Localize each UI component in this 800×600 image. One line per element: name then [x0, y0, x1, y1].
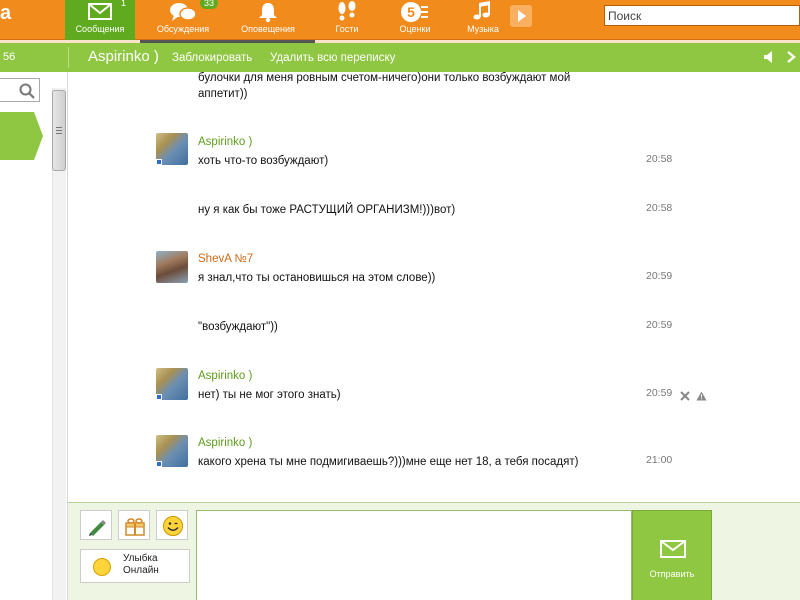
emoji-button[interactable]	[156, 510, 188, 540]
sidebar-item-selected[interactable]	[0, 112, 43, 160]
envelope-icon	[660, 540, 686, 558]
send-label: Отправить	[649, 569, 695, 579]
message-text: ну я как бы тоже РАСТУЩИЙ ОРГАНИЗМ!)))во…	[198, 204, 456, 216]
rating-five-icon: 5	[401, 2, 428, 22]
block-user-link[interactable]: Заблокировать	[172, 52, 252, 64]
online-smile-label: Улыбка Онлайн	[123, 553, 159, 576]
nav-notifications[interactable]: Оповещения	[233, 0, 303, 40]
messages-badge: 1	[117, 0, 131, 9]
message-time: 20:58	[646, 202, 673, 214]
nav-notifications-label: Оповещения	[241, 24, 295, 34]
nav-discussions[interactable]: 33 Обсуждения	[148, 0, 219, 40]
pencil-button[interactable]	[80, 510, 112, 540]
message-composer: Улыбка Онлайн Отправить	[68, 502, 800, 600]
bell-icon	[259, 3, 277, 23]
search-icon	[19, 83, 35, 99]
smile-icon	[93, 558, 111, 576]
message-text: я знал,что ты остановишься на этом слове…	[198, 272, 436, 284]
conversation-list-sidebar	[0, 72, 68, 600]
gift-icon	[125, 518, 145, 536]
conversation-count: 56	[3, 51, 16, 63]
nav-music-label: Музыка	[467, 24, 499, 34]
play-button[interactable]	[510, 5, 532, 27]
online-smile-button[interactable]: Улыбка Онлайн	[80, 549, 190, 583]
message-text: нет) ты не мог этого знать)	[198, 389, 341, 401]
nav-ratings-label: Оценки	[399, 24, 431, 34]
sidebar-scrollbar-thumb[interactable]	[52, 90, 66, 171]
online-indicator	[156, 461, 162, 467]
warning-icon[interactable]	[696, 391, 707, 401]
chevron-right-icon[interactable]	[786, 51, 796, 63]
contact-name[interactable]: Aspirinko )	[88, 48, 159, 65]
message-time: 21:00	[646, 454, 673, 466]
close-icon[interactable]	[680, 391, 690, 401]
avatar[interactable]	[156, 251, 188, 283]
message-history: булочки для меня ровным счетом-ничего)он…	[68, 72, 800, 510]
app-window: а 1 Сообщения 33 Обсуждения Оповещения Г…	[0, 0, 800, 600]
footprints-icon	[338, 1, 356, 21]
pencil-icon	[89, 520, 106, 536]
nav-guests-label: Гости	[335, 24, 359, 34]
avatar[interactable]	[156, 435, 188, 467]
nav-messages-label: Сообщения	[75, 24, 125, 34]
message-author[interactable]: Aspirinko )	[198, 136, 252, 148]
delete-conversation-link[interactable]: Удалить всю переписку	[270, 52, 395, 64]
message-time: 20:58	[646, 153, 673, 165]
online-indicator	[156, 394, 162, 400]
top-navigation-bar: а 1 Сообщения 33 Обсуждения Оповещения Г…	[0, 0, 800, 40]
gift-button[interactable]	[118, 510, 150, 540]
chat-bubbles-icon	[170, 3, 197, 21]
nav-music[interactable]: Музыка	[448, 0, 518, 40]
message-time: 20:59	[646, 319, 673, 331]
message-author[interactable]: Aspirinko )	[198, 370, 252, 382]
contact-search-field[interactable]	[0, 78, 40, 102]
nav-ratings[interactable]: 5 Оценки	[380, 0, 450, 40]
message-time: 20:59	[646, 387, 673, 399]
svg-text:5: 5	[407, 4, 415, 20]
nav-messages[interactable]: 1 Сообщения	[65, 0, 135, 40]
message-author[interactable]: Aspirinko )	[198, 437, 252, 449]
message-input[interactable]	[196, 510, 632, 600]
message-text: булочки для меня ровным счетом-ничего)он…	[198, 72, 571, 100]
speaker-icon[interactable]	[763, 50, 775, 64]
message-author[interactable]: ShevA №7	[198, 253, 253, 265]
message-text: "возбуждают"))	[198, 321, 278, 333]
avatar[interactable]	[156, 368, 188, 400]
message-actions	[680, 390, 707, 402]
conversation-header: 56 Aspirinko ) Заблокировать Удалить всю…	[0, 43, 800, 72]
avatar[interactable]	[156, 133, 188, 165]
envelope-icon	[88, 3, 112, 20]
online-indicator	[156, 159, 162, 165]
message-text: хоть что-то возбуждают)	[198, 155, 329, 167]
message-text: какого хрена ты мне подмигиваешь?)))мне …	[198, 456, 579, 468]
nav-guests[interactable]: Гости	[312, 0, 382, 40]
smiley-icon	[163, 516, 183, 536]
header-divider	[68, 47, 69, 68]
search-input[interactable]	[604, 5, 800, 26]
send-button[interactable]: Отправить	[632, 510, 712, 600]
message-time: 20:59	[646, 270, 673, 282]
nav-discussions-label: Обсуждения	[156, 24, 210, 34]
music-note-icon	[473, 1, 490, 20]
discussions-badge: 33	[200, 0, 219, 9]
site-logo[interactable]: а	[0, 2, 11, 25]
